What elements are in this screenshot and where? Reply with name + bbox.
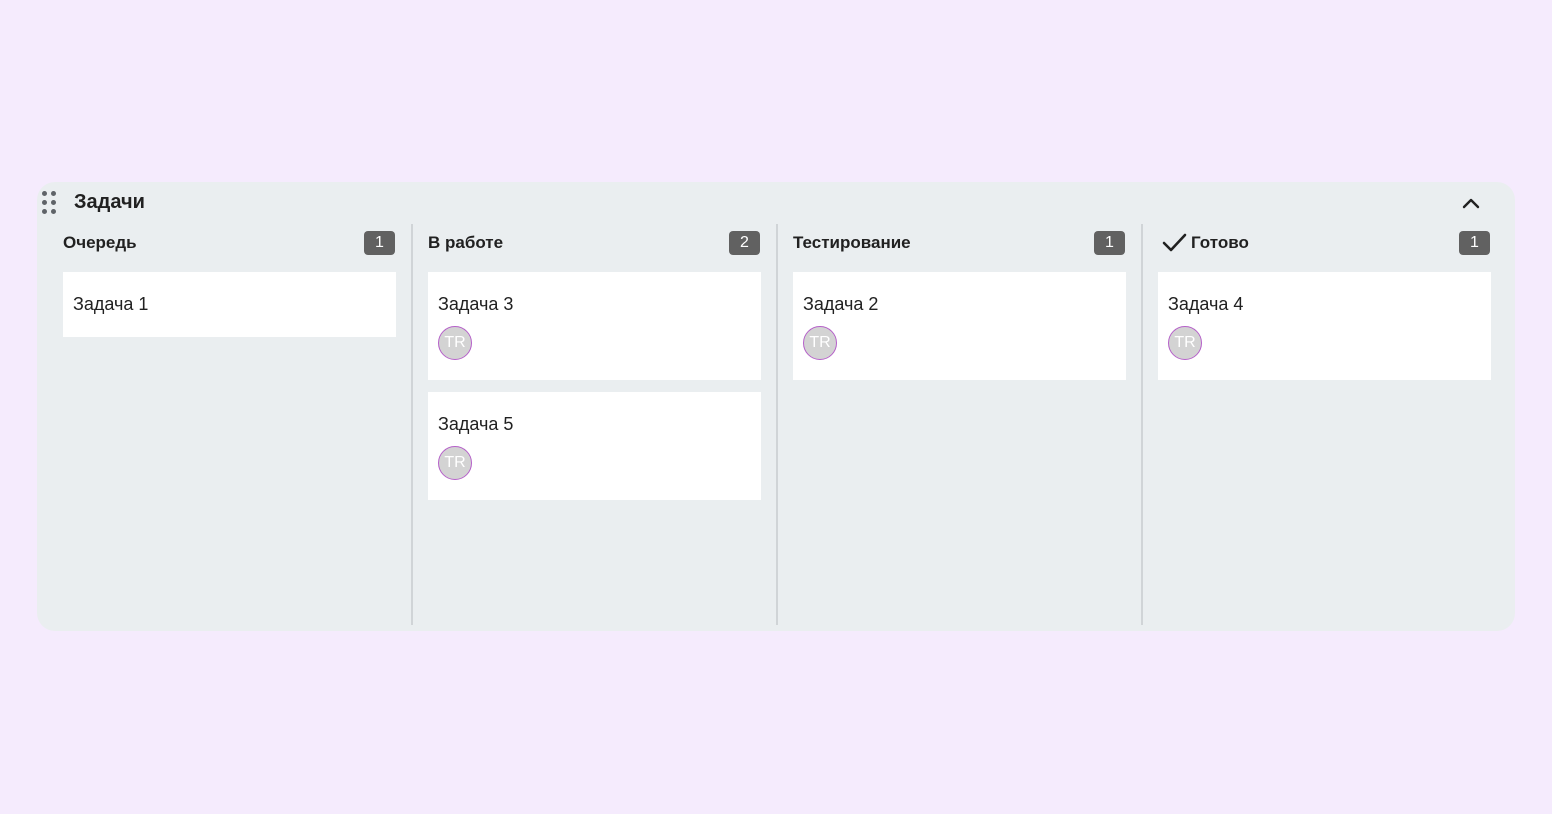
collapse-button[interactable]: [1459, 192, 1483, 214]
panel-header: Задачи: [37, 182, 1515, 222]
card-title: Задача 3: [438, 294, 514, 314]
column-divider: [776, 224, 778, 625]
avatar[interactable]: TR: [1168, 326, 1202, 360]
column-in-progress: В работе 2 Задача 3 TR Задача 5 TR: [428, 224, 761, 625]
column-queue: Очередь 1 Задача 1: [63, 224, 396, 625]
chevron-up-icon: [1462, 198, 1480, 209]
column-title: В работе: [428, 233, 504, 252]
column-header: Очередь 1: [63, 230, 396, 256]
avatar[interactable]: TR: [803, 326, 837, 360]
count-badge: 1: [1094, 231, 1125, 255]
count-badge: 1: [1459, 231, 1490, 255]
column-header: В работе 2: [428, 230, 761, 256]
panel-title: Задачи: [74, 191, 145, 213]
column-done: Готово 1 Задача 4 TR: [1158, 224, 1491, 625]
column-header: Тестирование 1: [793, 230, 1126, 256]
card-title: Задача 5: [438, 414, 514, 434]
avatar[interactable]: TR: [438, 446, 472, 480]
column-divider: [1141, 224, 1143, 625]
checkmark-icon: [1162, 233, 1187, 252]
task-card[interactable]: Задача 2 TR: [793, 272, 1126, 380]
column-header: Готово 1: [1158, 230, 1491, 256]
count-badge: 1: [364, 231, 395, 255]
task-card[interactable]: Задача 5 TR: [428, 392, 761, 500]
task-card[interactable]: Задача 4 TR: [1158, 272, 1491, 380]
avatar[interactable]: TR: [438, 326, 472, 360]
column-title: Очередь: [63, 233, 137, 252]
task-card[interactable]: Задача 1: [63, 272, 396, 337]
card-title: Задача 2: [803, 294, 879, 314]
count-badge: 2: [729, 231, 760, 255]
column-title: Тестирование: [793, 233, 911, 252]
column-divider: [411, 224, 413, 625]
drag-handle-icon[interactable]: [42, 191, 58, 215]
task-card[interactable]: Задача 3 TR: [428, 272, 761, 380]
card-title: Задача 1: [73, 294, 149, 314]
card-title: Задача 4: [1168, 294, 1244, 314]
tasks-panel: Задачи Очередь 1 Задача 1 В работе 2 Зад…: [37, 182, 1515, 631]
column-title: Готово: [1191, 233, 1249, 252]
column-testing: Тестирование 1 Задача 2 TR: [793, 224, 1126, 625]
board-columns: Очередь 1 Задача 1 В работе 2 Задача 3 T…: [63, 224, 1515, 625]
